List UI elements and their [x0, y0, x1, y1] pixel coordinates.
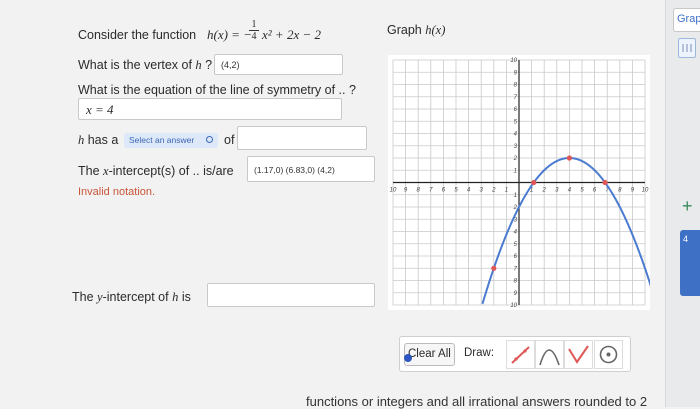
vertex-suffix: ? [205, 58, 213, 72]
line-tool-icon [511, 346, 530, 364]
x-tick-label: 10 [642, 188, 649, 194]
graph-point[interactable] [491, 265, 497, 271]
symmetry-value: x = 4 [86, 102, 114, 117]
function-math: h(x) = − [207, 27, 252, 42]
has-text: has a [87, 133, 119, 147]
yint-prefix: The [72, 290, 94, 304]
x-tick-label: 2 [491, 188, 496, 194]
plus-icon[interactable]: + [682, 196, 693, 217]
yint-text: -intercept of [102, 290, 169, 304]
x-tick-label: 1 [505, 188, 508, 194]
graph-tab-label: Grap [677, 13, 700, 25]
clear-all-label: Clear All [408, 348, 451, 360]
select-label: Select an answer [129, 135, 195, 145]
xint-text: -intercept(s) of .. is/are [108, 164, 234, 178]
x-intercept-question: The x-intercept(s) of .. is/are [78, 164, 234, 179]
side-number: 4 [683, 234, 689, 244]
side-number-badge: 4 [680, 230, 700, 296]
fraction: 1 4 [249, 19, 259, 43]
symmetry-input[interactable]: x = 4 [78, 98, 342, 120]
circle-tool-button[interactable] [594, 340, 623, 369]
yint-func: h [172, 290, 179, 304]
fraction-denominator: 4 [251, 31, 257, 42]
graph-point[interactable] [566, 155, 572, 161]
opens-question: h has a [78, 133, 118, 148]
function-rest: x² + 2x − 2 [262, 27, 321, 42]
x-tick-label: 10 [390, 188, 397, 194]
circle-tool-icon [599, 345, 618, 364]
y-intercept-input[interactable] [207, 283, 375, 307]
parabola-tool-icon [539, 349, 560, 366]
of-text: of [224, 133, 235, 147]
select-answer-dropdown[interactable]: Select an answer [124, 133, 218, 148]
function-definition: Consider the function h(x) = − 1 4 x² + … [78, 19, 358, 49]
draw-label: Draw: [464, 347, 495, 359]
symmetry-question: What is the equation of the line of symm… [78, 83, 356, 97]
vertex-var: h [195, 58, 202, 72]
color-dot-icon[interactable] [404, 354, 412, 362]
chevron-updown-icon [206, 136, 213, 143]
invalid-notation-message: Invalid notation. [78, 186, 156, 198]
graph-controls: Clear All Draw: [399, 336, 631, 372]
yint-is: is [181, 290, 191, 304]
vertex-question: What is the vertex of h ? [78, 58, 212, 73]
graph-canvas[interactable]: 10 9 8 7 6 5 4 3 2 1 1 2 3 4 5 6 7 8 9 10109876543211234567… [388, 55, 650, 310]
y-tick-label: 10 [510, 303, 517, 309]
line-tool-button[interactable] [506, 340, 535, 369]
x-intercept-input[interactable]: (1.17,0) (6.83,0) (4,2) [247, 156, 375, 182]
fraction-numerator: 1 [249, 19, 259, 31]
x-intercept-value: (1.17,0) (6.83,0) (4,2) [254, 165, 335, 175]
graph-point[interactable] [531, 179, 537, 186]
y-intercept-question: The y-intercept of h is [72, 290, 191, 305]
graph-title-math: h(x) [425, 23, 446, 37]
y-tick-label: 1 [514, 168, 517, 174]
clear-all-button[interactable]: Clear All [404, 343, 455, 366]
y-tick-label: 1 [514, 193, 517, 199]
calculator-icon[interactable] [678, 38, 696, 58]
vertex-value: (4,2) [221, 60, 240, 70]
vertex-prompt: What is the vertex of [78, 58, 192, 72]
checkmark-tool-icon [568, 345, 589, 364]
checkmark-tool-button[interactable] [564, 340, 593, 369]
has-var: h [78, 133, 85, 147]
graph-title-prefix: Graph [387, 23, 422, 37]
extreme-value-input[interactable] [237, 126, 367, 150]
graph-point[interactable] [602, 179, 608, 186]
side-panel: Grap + 4 [665, 0, 700, 407]
graph-tab[interactable]: Grap [673, 8, 700, 32]
parabola-tool-button[interactable] [535, 340, 564, 369]
xint-prefix: The [78, 164, 100, 178]
graph-title: Graph h(x) [387, 23, 445, 38]
y-tick-label: 2 [513, 156, 518, 162]
x-tick-label: 2 [542, 188, 547, 194]
vertex-input[interactable]: (4,2) [214, 54, 343, 75]
consider-text: Consider the function [78, 28, 197, 42]
y-tick-label: 10 [510, 58, 517, 64]
